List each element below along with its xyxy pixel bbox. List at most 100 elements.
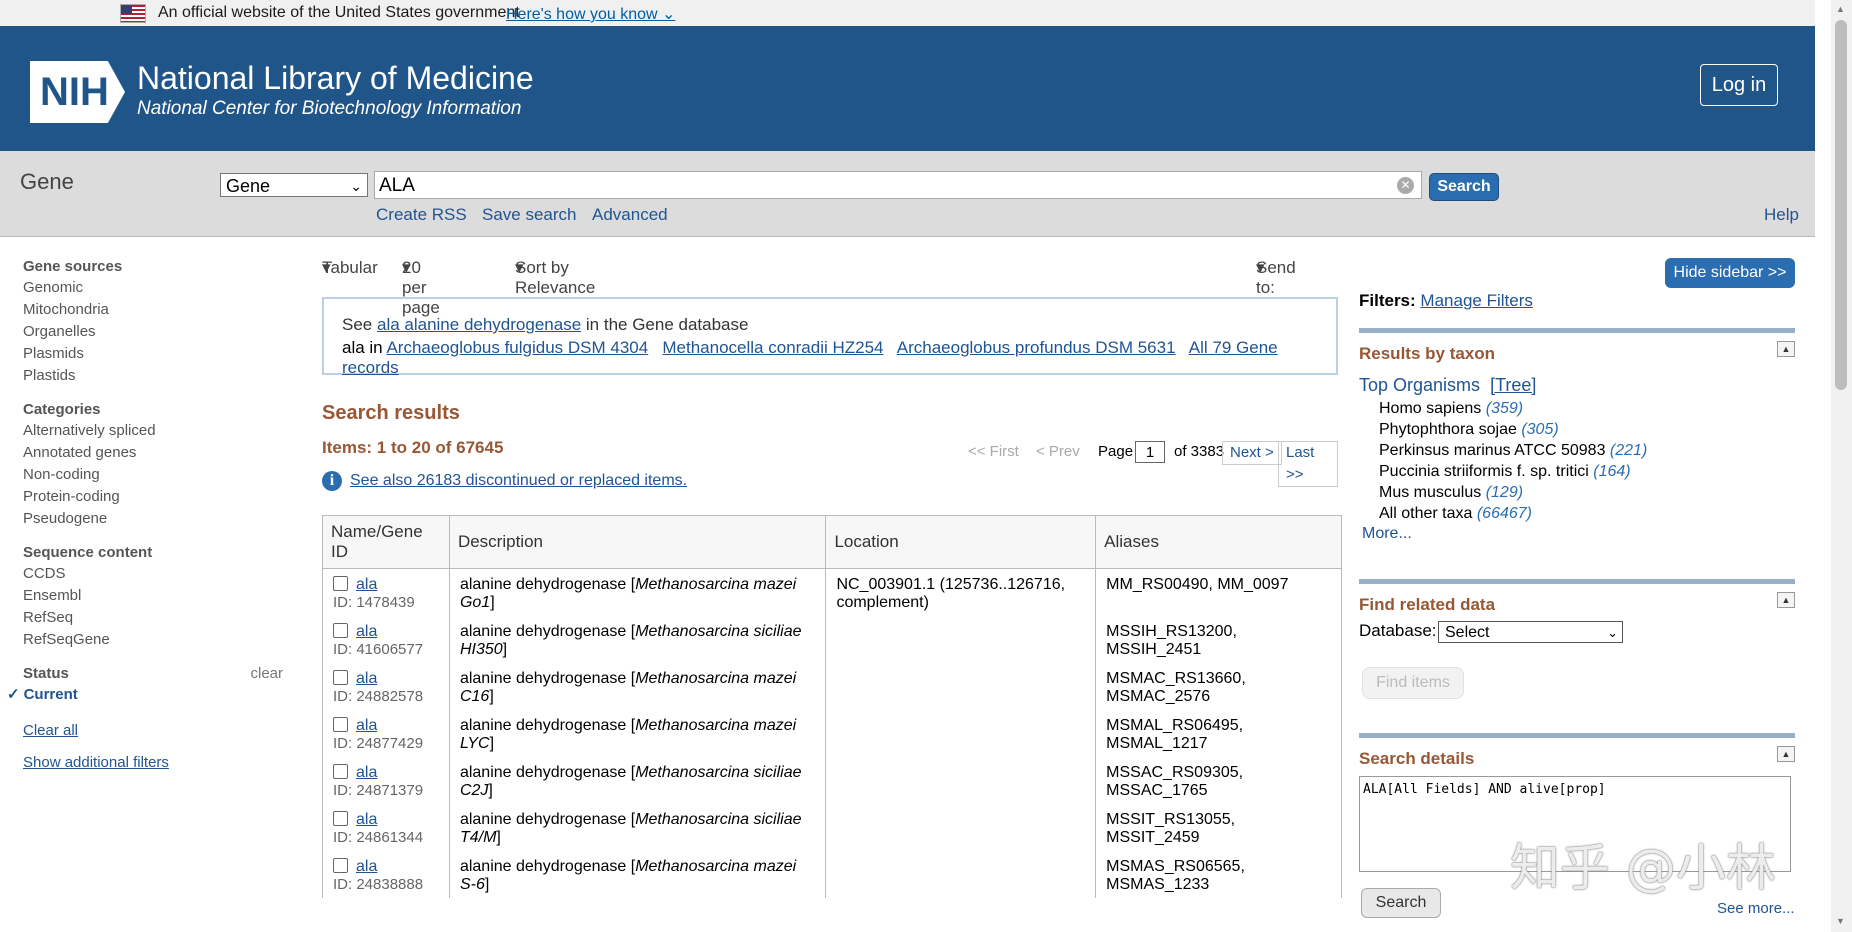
gene-name-link[interactable]: ala [356, 811, 377, 828]
next-page-button[interactable]: Next > [1222, 441, 1282, 465]
gene-name-link[interactable]: ala [356, 717, 377, 734]
row-checkbox[interactable] [333, 858, 348, 873]
see-more-link[interactable]: See more... [1717, 900, 1795, 917]
results-main: Tabular ▾ 20 per page ▾ Sort by Relevanc… [322, 258, 1342, 898]
create-rss-link[interactable]: Create RSS [376, 205, 467, 225]
gene-id: ID: 1478439 [333, 594, 415, 611]
hide-sidebar-button[interactable]: Hide sidebar >> [1665, 258, 1795, 288]
filter-ccds[interactable]: CCDS [23, 563, 288, 585]
description-cell: alanine dehydrogenase [Methanosarcina ma… [448, 568, 827, 616]
manage-filters-link[interactable]: Manage Filters [1420, 291, 1532, 310]
status-clear-link[interactable]: clear [250, 665, 283, 682]
taxon-item[interactable]: Puccinia striiformis f. sp. tritici (164… [1379, 461, 1647, 482]
filter-annotated-genes[interactable]: Annotated genes [23, 442, 288, 464]
organism-link[interactable]: Methanocella conradii HZ254 [662, 338, 883, 357]
site-subtitle[interactable]: National Center for Biotechnology Inform… [137, 98, 521, 120]
filter-refseqgene[interactable]: RefSeqGene [23, 629, 288, 651]
save-search-link[interactable]: Save search [482, 205, 577, 225]
organism-link[interactable]: Archaeoglobus fulgidus DSM 4304 [386, 338, 648, 357]
scrollbar-thumb[interactable] [1835, 20, 1847, 390]
tree-link[interactable]: [Tree] [1490, 375, 1536, 395]
site-title[interactable]: National Library of Medicine [137, 60, 534, 97]
column-header[interactable]: Location [825, 515, 1097, 569]
clear-search-icon[interactable]: ✕ [1397, 177, 1414, 194]
sort-menu[interactable]: Sort by Relevance ▾ [515, 258, 595, 297]
collapse-icon[interactable]: ▲ [1777, 592, 1795, 608]
login-button[interactable]: Log in [1700, 64, 1778, 106]
row-checkbox[interactable] [333, 576, 348, 591]
discontinued-notice: i See also 26183 discontinued or replaced… [322, 471, 687, 491]
details-search-button[interactable]: Search [1361, 888, 1441, 918]
gene-name-link[interactable]: ala [356, 858, 377, 875]
last-page-button[interactable]: Last >> [1278, 441, 1338, 487]
clear-all-link[interactable]: Clear all [23, 722, 78, 739]
row-checkbox[interactable] [333, 764, 348, 779]
find-items-button[interactable]: Find items [1362, 667, 1464, 699]
column-header[interactable]: Aliases [1095, 515, 1342, 569]
filter-refseq[interactable]: RefSeq [23, 607, 288, 629]
filter-mitochondria[interactable]: Mitochondria [23, 299, 288, 321]
filter-genomic[interactable]: Genomic [23, 277, 288, 299]
taxon-item[interactable]: Phytophthora sojae (305) [1379, 419, 1647, 440]
collapse-icon[interactable]: ▲ [1777, 746, 1795, 762]
database-select[interactable]: Gene ⌄ [220, 173, 368, 197]
gene-name-link[interactable]: ala [356, 576, 377, 593]
taxon-item[interactable]: Perkinsus marinus ATCC 50983 (221) [1379, 440, 1647, 461]
filter-alternatively-spliced[interactable]: Alternatively spliced [23, 420, 288, 442]
row-checkbox[interactable] [333, 717, 348, 732]
filters-line: Filters: Manage Filters [1359, 291, 1533, 310]
row-checkbox[interactable] [333, 623, 348, 638]
filter-organelles[interactable]: Organelles [23, 321, 288, 343]
gene-id: ID: 24871379 [333, 782, 424, 799]
organism-link[interactable]: Archaeoglobus profundus DSM 5631 [897, 338, 1176, 357]
name-cell: ala ID: 1478439 [322, 568, 450, 616]
filter-plasmids[interactable]: Plasmids [23, 343, 288, 365]
filter-current[interactable]: ✓ Current [7, 684, 288, 706]
scroll-down-icon[interactable]: ▼ [1836, 916, 1845, 926]
more-taxa-link[interactable]: More... [1362, 525, 1412, 543]
send-to-menu[interactable]: Send to: ▾ [1256, 258, 1296, 297]
gene-name-link[interactable]: ala [356, 764, 377, 781]
panel-divider [1359, 733, 1795, 738]
location-cell [825, 663, 1097, 710]
row-checkbox[interactable] [333, 670, 348, 685]
gene-name-link[interactable]: ala [356, 623, 377, 640]
nih-logo[interactable]: NIH [30, 61, 125, 123]
filter-plastids[interactable]: Plastids [23, 365, 288, 387]
first-page-button[interactable]: << First [968, 441, 1019, 463]
search-button[interactable]: Search [1429, 173, 1499, 201]
show-additional-filters-link[interactable]: Show additional filters [23, 754, 169, 771]
row-checkbox[interactable] [333, 811, 348, 826]
collapse-icon[interactable]: ▲ [1777, 341, 1795, 357]
filter-pseudogene[interactable]: Pseudogene [23, 508, 288, 530]
column-header[interactable]: Name/Gene ID [322, 515, 450, 569]
taxon-item[interactable]: Mus musculus (129) [1379, 482, 1647, 503]
taxon-item[interactable]: Homo sapiens (359) [1379, 398, 1647, 419]
filter-protein-coding[interactable]: Protein-coding [23, 486, 288, 508]
name-cell: ala ID: 24838888 [322, 851, 450, 898]
suggested-gene-link[interactable]: ala alanine dehydrogenase [377, 315, 581, 334]
top-organisms-link[interactable]: Top Organisms [1359, 375, 1480, 395]
related-database-select[interactable]: Select ⌄ [1438, 621, 1623, 643]
us-flag-icon [120, 4, 146, 23]
scroll-up-icon[interactable]: ▲ [1836, 4, 1845, 14]
filter-non-coding[interactable]: Non-coding [23, 464, 288, 486]
taxon-item[interactable]: All other taxa (66467) [1379, 503, 1647, 524]
format-menu[interactable]: Tabular ▾ [322, 258, 378, 278]
description-cell: alanine dehydrogenase [Methanosarcina ma… [448, 851, 827, 898]
page-total: of 3383 [1174, 443, 1225, 460]
per-page-menu[interactable]: 20 per page ▾ [402, 258, 440, 317]
heres-how-link[interactable]: Here's how you know ⌄ [506, 4, 675, 24]
discontinued-link[interactable]: See also 26183 discontinued or replaced … [350, 472, 687, 489]
search-input[interactable]: ALA [374, 171, 1422, 199]
prev-page-button[interactable]: < Prev [1036, 441, 1080, 463]
gene-name-link[interactable]: ala [356, 670, 377, 687]
search-bar: Gene Gene ⌄ ALA ✕ Search Create RSS Save … [0, 151, 1815, 237]
advanced-link[interactable]: Advanced [592, 205, 668, 225]
help-link[interactable]: Help [1764, 205, 1799, 225]
organism-links-line: ala in Archaeoglobus fulgidus DSM 4304 M… [342, 338, 1278, 377]
page-number-input[interactable]: 1 [1135, 441, 1165, 463]
page-scrollbar[interactable]: ▲ ▼ [1831, 0, 1852, 932]
filter-ensembl[interactable]: Ensembl [23, 585, 288, 607]
column-header[interactable]: Description [448, 515, 827, 569]
